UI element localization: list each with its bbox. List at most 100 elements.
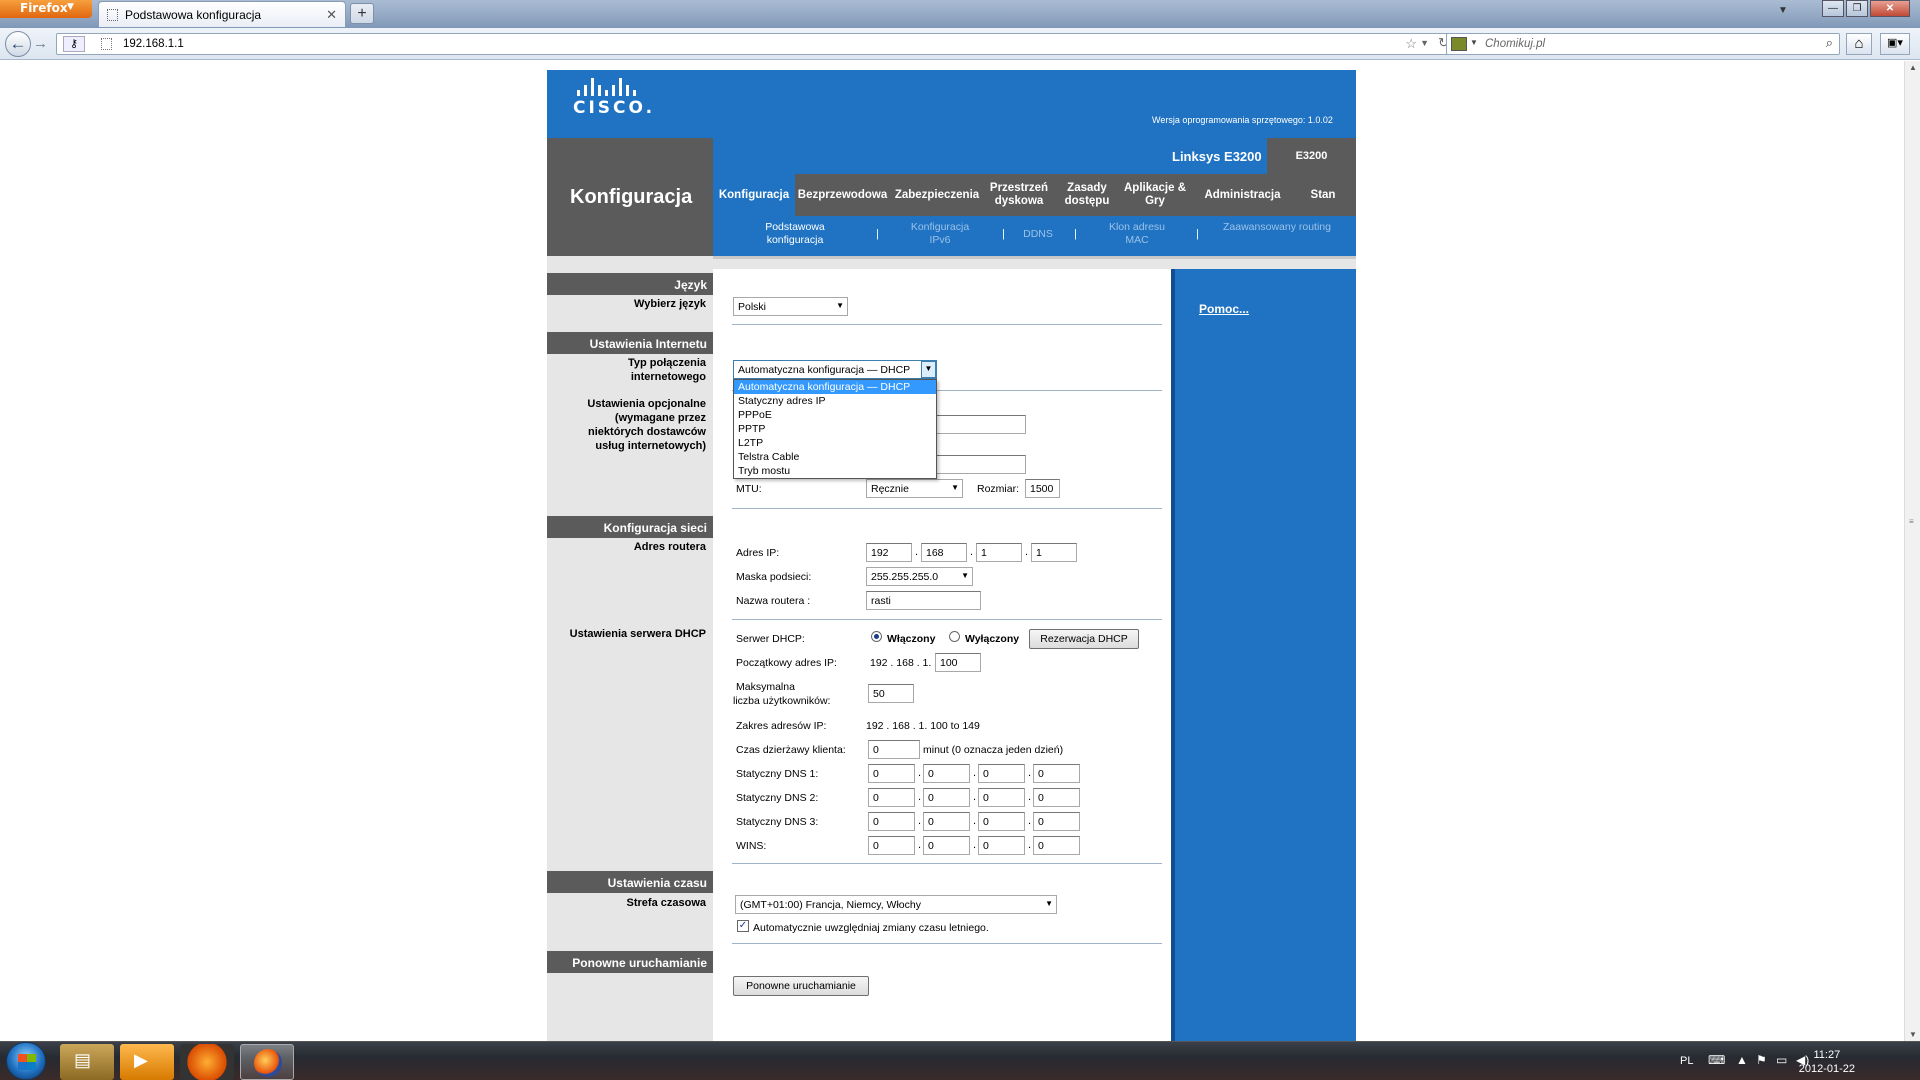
minimize-icon[interactable]: — [1822, 0, 1844, 17]
dns1-octet-3[interactable]: 0 [978, 764, 1025, 783]
tab-konfiguracja[interactable]: Konfiguracja [713, 174, 795, 216]
ip-octet-4[interactable]: 1 [1031, 543, 1077, 562]
subtab-konfiguracja-ipv6[interactable]: Konfiguracja IPv6 [900, 221, 980, 247]
new-tab-button[interactable]: + [350, 3, 374, 24]
dns2-octet-3[interactable]: 0 [978, 788, 1025, 807]
addon-button[interactable]: ▣▾ [1880, 33, 1910, 55]
dhcp-reservation-button[interactable]: Rezerwacja DHCP [1029, 629, 1139, 649]
search-engine-icon[interactable] [1451, 37, 1467, 51]
search-icon[interactable]: ⌕ [1826, 35, 1833, 51]
dns1-octet-2[interactable]: 0 [923, 764, 970, 783]
dns2-octet-1[interactable]: 0 [868, 788, 915, 807]
clock-time: 11:27 [1813, 1049, 1841, 1061]
list-all-tabs-icon[interactable]: ▼ [1778, 5, 1788, 16]
language-indicator[interactable]: PL [1680, 1055, 1693, 1067]
subtab-ddns[interactable]: DDNS [1018, 228, 1058, 241]
close-window-icon[interactable]: ✕ [1870, 0, 1910, 17]
keyboard-icon[interactable]: ⌨ [1708, 1053, 1725, 1067]
section-header-language: Język [547, 273, 713, 295]
dhcp-on-radio[interactable] [871, 631, 882, 642]
dns3-octet-1[interactable]: 0 [868, 812, 915, 831]
tab-zabezpieczenia[interactable]: Zabezpieczenia [890, 174, 984, 216]
chevron-down-icon[interactable]: ▼ [921, 361, 936, 378]
wins-octet-4[interactable]: 0 [1033, 836, 1080, 855]
tab-stan[interactable]: Stan [1295, 174, 1351, 216]
scroll-up-icon[interactable]: ▲ [1909, 63, 1917, 72]
network-icon[interactable]: ▭ [1776, 1053, 1787, 1067]
action-center-icon[interactable]: ⚑ [1756, 1053, 1767, 1067]
dns1-octet-1[interactable]: 0 [868, 764, 915, 783]
reboot-button[interactable]: Ponowne uruchamianie [733, 976, 869, 996]
connection-type-select[interactable]: Automatyczna konfiguracja — DHCP ▼ [733, 360, 937, 379]
lease-time-input[interactable]: 0 [868, 740, 920, 759]
tab-bezprzewodowa[interactable]: Bezprzewodowa [795, 174, 890, 216]
option-dhcp[interactable]: Automatyczna konfiguracja — DHCP [734, 380, 936, 394]
dns1-octet-4[interactable]: 0 [1033, 764, 1080, 783]
dot-separator: . [1028, 791, 1032, 803]
firefox-pinned-taskbar-icon[interactable] [180, 1044, 234, 1080]
ip-octet-1[interactable]: 192 [866, 543, 912, 562]
lease-time-label: Czas dzierżawy klienta: [736, 744, 846, 756]
firefox-menu-button[interactable]: Firefox ▼ [0, 0, 92, 18]
browser-tab[interactable]: Podstawowa konfiguracja ✕ [98, 1, 346, 27]
dns3-octet-4[interactable]: 0 [1033, 812, 1080, 831]
router-name-input[interactable]: rasti [866, 591, 981, 610]
scroll-grip-icon[interactable]: ≡ [1909, 517, 1914, 526]
option-bridge-mode[interactable]: Tryb mostu [734, 464, 936, 478]
start-ip-input[interactable]: 100 [935, 653, 981, 672]
media-player-taskbar-icon[interactable]: ▶ [120, 1044, 174, 1080]
history-dropdown-icon[interactable]: ▼ [1420, 38, 1429, 48]
language-select[interactable]: Polski ▼ [733, 297, 848, 316]
timezone-select[interactable]: (GMT+01:00) Francja, Niemcy, Włochy ▼ [735, 895, 1057, 914]
show-hidden-icons-icon[interactable]: ▲ [1736, 1053, 1748, 1067]
dns3-octet-2[interactable]: 0 [923, 812, 970, 831]
tab-przestrzen-dyskowa[interactable]: Przestrzeń dyskowa [984, 174, 1054, 216]
clock[interactable]: 11:27 2012-01-22 [1799, 1048, 1855, 1076]
play-icon: ▶ [134, 1050, 148, 1070]
tab-administracja[interactable]: Administracja [1190, 174, 1295, 216]
engine-dropdown-icon[interactable]: ▼ [1470, 38, 1478, 47]
scroll-down-icon[interactable]: ▼ [1909, 1030, 1917, 1039]
wins-octet-3[interactable]: 0 [978, 836, 1025, 855]
dns2-octet-2[interactable]: 0 [923, 788, 970, 807]
explorer-taskbar-icon[interactable]: ▤ [60, 1044, 114, 1080]
dhcp-off-radio[interactable] [949, 631, 960, 642]
close-tab-icon[interactable]: ✕ [326, 7, 337, 23]
mtu-select[interactable]: Ręcznie ▼ [866, 479, 963, 498]
address-bar[interactable]: ⚷ 192.168.1.1 ☆ ▼ ↻ [56, 33, 1456, 55]
key-icon[interactable]: ⚷ [63, 36, 85, 52]
option-telstra-cable[interactable]: Telstra Cable [734, 450, 936, 464]
mtu-size-input[interactable]: 1500 [1025, 479, 1060, 498]
option-pptp[interactable]: PPTP [734, 422, 936, 436]
maximize-icon[interactable]: ❐ [1846, 0, 1868, 17]
search-bar[interactable]: ▼ Chomikuj.pl ⌕ [1446, 33, 1840, 55]
help-link[interactable]: Pomoc... [1199, 302, 1249, 316]
timezone-value: (GMT+01:00) Francja, Niemcy, Włochy [740, 899, 921, 911]
subnet-mask-select[interactable]: 255.255.255.0 ▼ [866, 567, 973, 586]
firefox-active-taskbar-icon[interactable] [240, 1044, 294, 1080]
option-l2tp[interactable]: L2TP [734, 436, 936, 450]
wins-octet-2[interactable]: 0 [923, 836, 970, 855]
back-button[interactable]: ← [5, 31, 31, 57]
subtab-zaawansowany-routing[interactable]: Zaawansowany routing [1222, 221, 1332, 234]
mtu-size-label: Rozmiar: [977, 483, 1020, 495]
wins-octet-1[interactable]: 0 [868, 836, 915, 855]
tab-aplikacje-gry[interactable]: Aplikacje & Gry [1120, 174, 1190, 216]
vertical-scrollbar[interactable]: ▲ ≡ ▼ [1904, 61, 1920, 1041]
option-pppoe[interactable]: PPPoE [734, 408, 936, 422]
dns2-octet-4[interactable]: 0 [1033, 788, 1080, 807]
forward-button[interactable]: → [33, 35, 48, 52]
bookmark-star-icon[interactable]: ☆ [1405, 36, 1417, 52]
subtab-podstawowa-konfiguracja[interactable]: Podstawowa konfiguracja [752, 221, 838, 247]
home-button[interactable]: ⌂ [1846, 33, 1872, 55]
max-users-input[interactable]: 50 [868, 684, 914, 703]
site-identity-icon[interactable] [101, 38, 112, 50]
ip-octet-3[interactable]: 1 [976, 543, 1022, 562]
dns3-octet-3[interactable]: 0 [978, 812, 1025, 831]
subtab-klon-adresu-mac[interactable]: Klon adresu MAC [1097, 221, 1177, 247]
start-button[interactable] [6, 1042, 46, 1080]
ip-octet-2[interactable]: 168 [921, 543, 967, 562]
option-static-ip[interactable]: Statyczny adres IP [734, 394, 936, 408]
tab-zasady-dostepu[interactable]: Zasady dostępu [1054, 174, 1120, 216]
dst-checkbox[interactable]: ✓ [737, 920, 749, 932]
